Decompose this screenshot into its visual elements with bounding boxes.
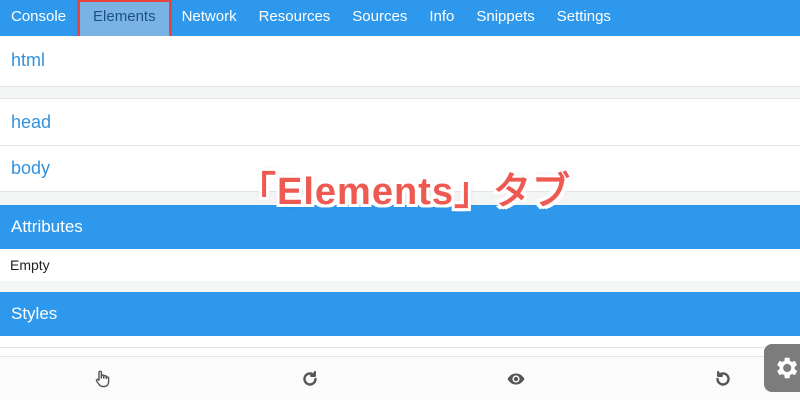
- tab-elements[interactable]: Elements: [77, 0, 172, 40]
- tab-resources[interactable]: Resources: [248, 0, 342, 36]
- tree-row-html: html: [0, 36, 800, 86]
- eye-icon[interactable]: [506, 369, 526, 389]
- gear-icon: [777, 357, 798, 379]
- pointer-hand-icon[interactable]: [93, 369, 113, 389]
- tab-console[interactable]: Console: [0, 0, 77, 36]
- tab-bar: Console Elements Network Resources Sourc…: [0, 0, 800, 40]
- tree-row-head: head: [0, 99, 800, 145]
- tab-sources[interactable]: Sources: [341, 0, 418, 36]
- overlay-caption: 「Elements」タブ: [238, 171, 571, 213]
- node-body-link[interactable]: body: [11, 158, 50, 179]
- devtools-panel: Console Elements Network Resources Sourc…: [0, 0, 800, 400]
- styles-header: Styles: [0, 292, 800, 336]
- attributes-value: Empty: [10, 257, 50, 273]
- tab-settings[interactable]: Settings: [546, 0, 622, 36]
- divider: [0, 347, 800, 348]
- tab-network[interactable]: Network: [171, 0, 248, 36]
- tab-info[interactable]: Info: [418, 0, 465, 36]
- divider: [0, 86, 800, 87]
- bottom-toolbar: [0, 356, 800, 400]
- refresh-icon[interactable]: [300, 369, 320, 389]
- node-head-link[interactable]: head: [11, 112, 51, 133]
- undo-icon[interactable]: [713, 369, 733, 389]
- styles-body: [0, 336, 800, 356]
- node-html-link[interactable]: html: [11, 50, 45, 71]
- attributes-body: Empty: [0, 249, 800, 281]
- tab-snippets[interactable]: Snippets: [465, 0, 545, 36]
- settings-gear-button[interactable]: [764, 344, 800, 392]
